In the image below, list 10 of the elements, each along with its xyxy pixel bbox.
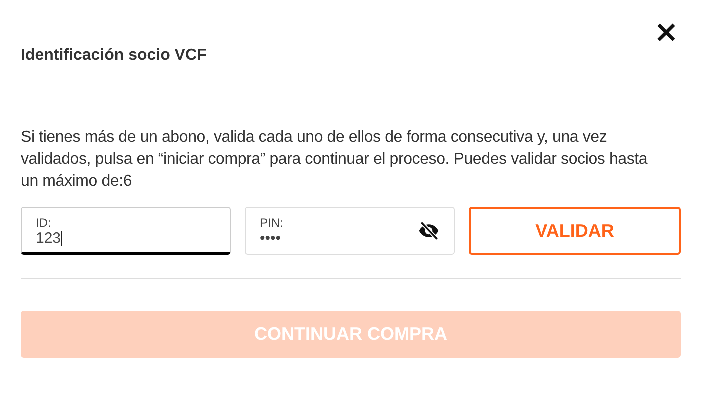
instructions-text: Si tienes más de un abono, valida cada uno de ellos de forma consecutiva y, una vez validados, pulsa en “iniciar compra” para continuar el proceso. Puedes validar socios hasta un máximo de:6 [21, 128, 649, 192]
input-field[interactable]: ID: 123 [21, 207, 231, 255]
field-label: ID: [36, 216, 52, 230]
hidden-eye-icon[interactable] [418, 220, 440, 242]
field-value: 123 [36, 230, 64, 246]
field-value: •••• [260, 230, 282, 246]
close-button[interactable]: × [652, 22, 681, 44]
input-field[interactable]: PIN: •••• [245, 207, 455, 255]
field-label: PIN: [260, 216, 284, 230]
dialog-title: Identificación socio VCF [21, 47, 208, 65]
